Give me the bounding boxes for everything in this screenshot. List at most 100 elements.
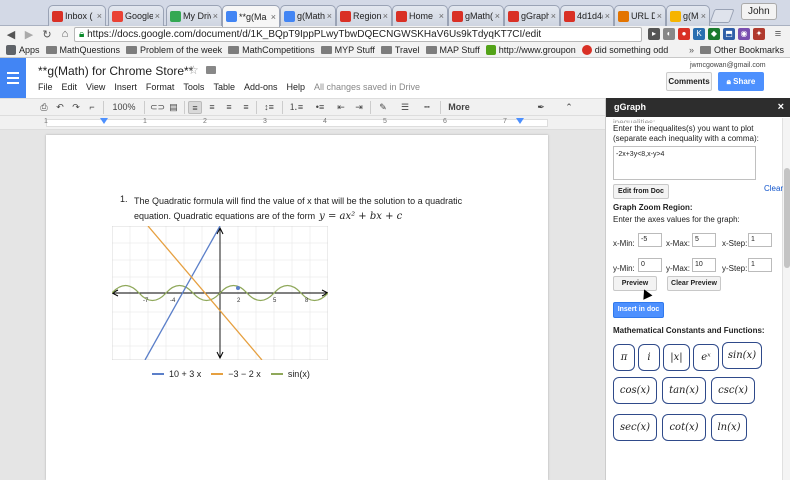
- xmax-input[interactable]: 5: [692, 233, 716, 247]
- folder-icon[interactable]: [206, 66, 216, 74]
- function-graph[interactable]: -7 -4 2 5 8: [112, 226, 328, 360]
- comments-button[interactable]: Comments: [666, 72, 712, 91]
- undo-icon[interactable]: ↶: [54, 101, 66, 114]
- ln-button[interactable]: ln(x): [711, 414, 747, 441]
- align-left-icon[interactable]: ≡: [188, 101, 202, 114]
- clear-link[interactable]: Clear: [764, 184, 783, 193]
- close-icon[interactable]: ×: [778, 98, 784, 117]
- xmin-input[interactable]: -5: [638, 233, 662, 247]
- browser-tab[interactable]: gGraph ×: [504, 5, 560, 26]
- star-icon[interactable]: ☆: [188, 63, 199, 77]
- sin-button[interactable]: sin(x): [722, 342, 762, 369]
- browser-tab[interactable]: g(Math×: [280, 5, 336, 26]
- new-tab-button[interactable]: [709, 9, 735, 23]
- tan-button[interactable]: tan(x): [662, 377, 706, 404]
- line-dash-icon[interactable]: ┅: [418, 101, 436, 114]
- collapse-toolbar-icon[interactable]: ⌃: [562, 101, 576, 114]
- inequality-input[interactable]: -2x+3y<8,x-y>4: [613, 146, 756, 180]
- close-icon[interactable]: ×: [657, 11, 662, 21]
- bookmark-folder[interactable]: Travel: [380, 45, 420, 55]
- document-page[interactable]: 1. The Quadratic formula will find the v…: [46, 135, 548, 480]
- extension-icon[interactable]: ●: [678, 28, 690, 40]
- browser-tab[interactable]: Google ×: [108, 5, 164, 26]
- extension-icon[interactable]: K: [693, 28, 705, 40]
- clear-preview-button[interactable]: Clear Preview: [667, 276, 721, 291]
- align-justify-icon[interactable]: ≡: [239, 101, 253, 114]
- close-icon[interactable]: ×: [551, 11, 556, 21]
- bookmark-folder[interactable]: MAP Stuff: [425, 45, 480, 55]
- menu-icon[interactable]: ≡: [772, 28, 784, 40]
- bookmark-folder[interactable]: Problem of the week: [126, 45, 222, 55]
- menu-tools[interactable]: Tools: [183, 82, 204, 92]
- ruler-track[interactable]: [46, 119, 548, 127]
- close-icon[interactable]: ×: [213, 11, 218, 21]
- bookmark-folder[interactable]: MathQuestions: [45, 45, 120, 55]
- back-icon[interactable]: ◀: [4, 28, 18, 41]
- ymin-input[interactable]: 0: [638, 258, 662, 272]
- extension-icon[interactable]: ◉: [738, 28, 750, 40]
- browser-tab[interactable]: My Driv ×: [166, 5, 222, 26]
- sec-button[interactable]: sec(x): [613, 414, 657, 441]
- browser-tab[interactable]: Region ×: [336, 5, 392, 26]
- editing-mode-pen-icon[interactable]: ✒: [534, 101, 548, 114]
- ymax-input[interactable]: 10: [692, 258, 716, 272]
- browser-tab[interactable]: Inbox (×: [48, 5, 106, 26]
- extension-icon[interactable]: ✦: [753, 28, 765, 40]
- home-icon[interactable]: ⌂: [58, 28, 72, 40]
- menu-table[interactable]: Table: [213, 82, 235, 92]
- edit-from-doc-button[interactable]: Edit from Doc: [613, 184, 669, 199]
- csc-button[interactable]: csc(x): [711, 377, 755, 404]
- print-icon[interactable]: ⎙: [38, 101, 50, 114]
- url-field[interactable]: 🔒︎ https://docs.google.com/document/d/1K…: [74, 27, 642, 42]
- document-title[interactable]: **g(Math) for Chrome Store**: [38, 64, 193, 78]
- exponential-button[interactable]: eˣ: [693, 344, 719, 371]
- docs-home-icon[interactable]: [0, 58, 26, 98]
- extension-icon[interactable]: ◐: [663, 28, 675, 40]
- cot-button[interactable]: cot(x): [662, 414, 706, 441]
- zoom-select[interactable]: 100%: [108, 101, 140, 114]
- paint-format-icon[interactable]: ⌐: [86, 101, 98, 114]
- increase-indent-icon[interactable]: ⇥: [352, 101, 366, 114]
- imaginary-i-button[interactable]: i: [638, 344, 660, 371]
- bookmark-folder[interactable]: MYP Stuff: [320, 45, 375, 55]
- align-right-icon[interactable]: ≡: [222, 101, 236, 114]
- browser-tab[interactable]: URL De×: [614, 5, 666, 26]
- share-button[interactable]: 🔒︎ Share: [718, 72, 764, 91]
- account-email[interactable]: jwmcgowan@gmail.com: [690, 62, 766, 69]
- indent-marker-icon[interactable]: [100, 118, 108, 124]
- more-button[interactable]: More: [444, 101, 474, 114]
- menu-file[interactable]: File: [38, 82, 53, 92]
- pen-color-icon[interactable]: ✎: [374, 101, 392, 114]
- close-icon[interactable]: ×: [97, 11, 102, 21]
- pi-button[interactable]: π: [613, 344, 635, 371]
- menu-addons[interactable]: Add-ons: [244, 82, 278, 92]
- browser-tab[interactable]: Home ×: [392, 5, 448, 26]
- profile-button[interactable]: John: [741, 3, 777, 20]
- decrease-indent-icon[interactable]: ⇤: [334, 101, 348, 114]
- menu-view[interactable]: View: [86, 82, 105, 92]
- menu-insert[interactable]: Insert: [114, 82, 137, 92]
- bookmark-apps[interactable]: Apps: [6, 44, 40, 55]
- browser-tab[interactable]: g(Math×: [666, 5, 710, 26]
- bookmark-site[interactable]: http://www.groupon: [485, 44, 576, 55]
- scrollbar-thumb[interactable]: [784, 168, 790, 268]
- insert-in-doc-button[interactable]: Insert in doc: [613, 302, 664, 318]
- bookmark-site[interactable]: did something odd: [581, 44, 668, 55]
- bookmark-folder[interactable]: MathCompetitions: [228, 45, 315, 55]
- close-icon[interactable]: ×: [439, 11, 444, 21]
- link-icon[interactable]: ⊂⊃: [150, 101, 165, 114]
- menu-edit[interactable]: Edit: [62, 82, 78, 92]
- align-center-icon[interactable]: ≡: [205, 101, 219, 114]
- sidebar-scrollbar[interactable]: [782, 118, 790, 480]
- reload-icon[interactable]: ↻: [40, 28, 54, 41]
- menu-format[interactable]: Format: [146, 82, 175, 92]
- bookmark-other[interactable]: » Other Bookmarks: [689, 45, 784, 55]
- forward-icon[interactable]: ▶: [22, 28, 36, 41]
- line-weight-icon[interactable]: ☰: [396, 101, 414, 114]
- numbered-list-icon[interactable]: ⒈≡: [286, 101, 306, 114]
- browser-tab-active[interactable]: **g(Ma ×: [222, 5, 280, 27]
- comment-icon[interactable]: ▤: [167, 101, 180, 114]
- close-icon[interactable]: ×: [383, 11, 388, 21]
- xstep-input[interactable]: 1: [748, 233, 772, 247]
- extension-icon[interactable]: ◆: [708, 28, 720, 40]
